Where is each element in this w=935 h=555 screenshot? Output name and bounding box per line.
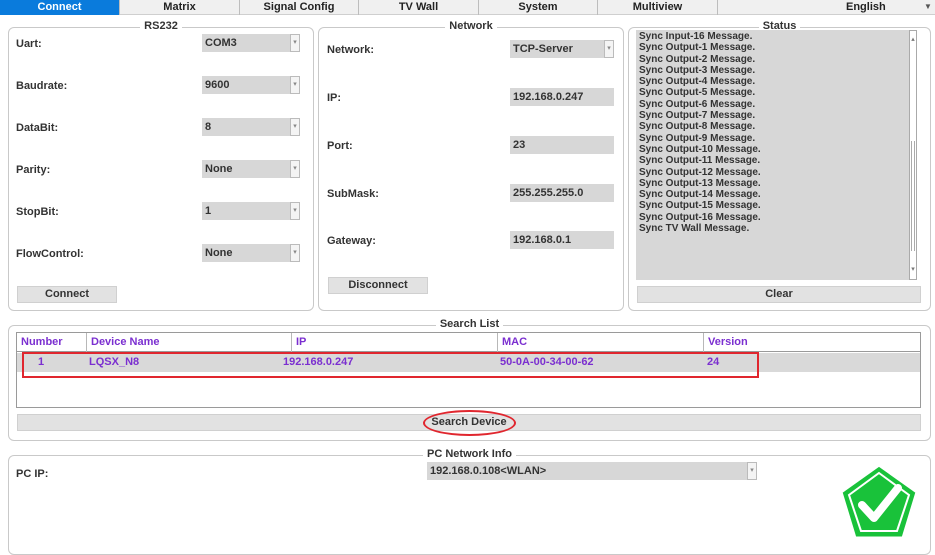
baudrate-label: Baudrate: <box>16 80 68 92</box>
disconnect-button[interactable]: Disconnect <box>328 277 428 294</box>
stopbit-label: StopBit: <box>16 206 59 218</box>
scroll-up-icon[interactable]: ▴ <box>910 35 916 45</box>
network-mode-select[interactable]: TCP-Server <box>510 40 604 58</box>
status-line: Sync Output-6 Message. <box>639 98 756 110</box>
databit-select[interactable]: 8 <box>202 118 290 136</box>
row-highlight-annotation <box>22 352 759 378</box>
tab-bar: Connect Matrix Signal Config TV Wall Sys… <box>0 0 935 15</box>
status-line: Sync Output-13 Message. <box>639 177 761 189</box>
status-line: Sync Output-15 Message. <box>639 200 761 212</box>
status-line: Sync Output-14 Message. <box>639 189 761 201</box>
chevron-down-icon[interactable]: ▾ <box>290 34 300 52</box>
ip-label: IP: <box>327 92 342 104</box>
tab-system[interactable]: System <box>479 0 598 15</box>
column-version[interactable]: Version <box>704 333 920 352</box>
status-line: Sync Output-12 Message. <box>639 166 761 178</box>
search-list-title: Search List <box>435 318 504 330</box>
chevron-down-icon[interactable]: ▾ <box>290 118 300 136</box>
uart-select[interactable]: COM3 <box>202 34 290 52</box>
chevron-down-icon[interactable]: ▾ <box>604 40 614 58</box>
tab-tv-wall[interactable]: TV Wall <box>359 0 479 15</box>
network-label: Network: <box>327 44 375 56</box>
scroll-down-icon[interactable]: ▾ <box>910 265 916 275</box>
pc-network-title: PC Network Info <box>423 448 516 460</box>
port-label: Port: <box>327 140 353 152</box>
column-mac[interactable]: MAC <box>498 333 704 352</box>
parity-select[interactable]: None <box>202 160 290 178</box>
status-line: Sync Output-2 Message. <box>639 53 756 65</box>
status-line: Sync Output-1 Message. <box>639 42 756 54</box>
port-field[interactable]: 23 <box>510 136 614 154</box>
tab-matrix[interactable]: Matrix <box>120 0 240 15</box>
column-number[interactable]: Number <box>17 333 87 352</box>
network-title: Network <box>445 20 497 32</box>
tab-signal-config[interactable]: Signal Config <box>240 0 359 15</box>
gateway-field[interactable]: 192.168.0.1 <box>510 231 614 249</box>
scroll-thumb[interactable] <box>911 141 915 251</box>
column-device-name[interactable]: Device Name <box>87 333 292 352</box>
stopbit-select[interactable]: 1 <box>202 202 290 220</box>
status-log[interactable]: Sync Input-16 Message. Sync Output-1 Mes… <box>636 30 909 280</box>
chevron-down-icon[interactable]: ▾ <box>290 76 300 94</box>
status-line: Sync Output-3 Message. <box>639 64 756 76</box>
databit-label: DataBit: <box>16 122 59 134</box>
baudrate-select[interactable]: 9600 <box>202 76 290 94</box>
table-header: Number Device Name IP MAC Version <box>17 333 920 352</box>
check-pentagon-icon <box>839 463 919 540</box>
status-line: Sync Output-16 Message. <box>639 211 761 223</box>
connect-button[interactable]: Connect <box>17 286 117 303</box>
status-line: Sync Output-10 Message. <box>639 143 761 155</box>
chevron-down-icon[interactable]: ▾ <box>290 160 300 178</box>
pc-ip-select[interactable]: 192.168.0.108<WLAN> <box>427 462 747 480</box>
flowcontrol-label: FlowControl: <box>16 248 84 260</box>
chevron-down-icon[interactable]: ▼ <box>921 0 935 15</box>
gateway-label: Gateway: <box>327 235 376 247</box>
tab-connect[interactable]: Connect <box>0 0 120 15</box>
network-group: Network <box>318 20 624 311</box>
status-line: Sync Output-4 Message. <box>639 76 756 88</box>
pc-ip-label: PC IP: <box>16 468 49 480</box>
status-line: Sync Output-7 Message. <box>639 110 756 122</box>
submask-label: SubMask: <box>327 188 379 200</box>
chevron-down-icon[interactable]: ▾ <box>747 462 757 480</box>
status-line: Sync TV Wall Message. <box>639 223 750 235</box>
language-select[interactable]: English <box>812 0 920 15</box>
status-line: Sync Output-5 Message. <box>639 87 756 99</box>
status-line: Sync Output-9 Message. <box>639 132 756 144</box>
button-highlight-annotation <box>423 410 516 436</box>
parity-label: Parity: <box>16 164 51 176</box>
ip-field[interactable]: 192.168.0.247 <box>510 88 614 106</box>
status-scrollbar[interactable]: ▴ ▾ <box>909 30 917 280</box>
column-ip[interactable]: IP <box>292 333 498 352</box>
status-line: Sync Output-8 Message. <box>639 121 756 133</box>
chevron-down-icon[interactable]: ▾ <box>290 244 300 262</box>
uart-label: Uart: <box>16 38 42 50</box>
tab-multiview[interactable]: Multiview <box>598 0 718 15</box>
status-line: Sync Input-16 Message. <box>639 31 753 42</box>
rs232-title: RS232 <box>140 20 182 32</box>
flowcontrol-select[interactable]: None <box>202 244 290 262</box>
chevron-down-icon[interactable]: ▾ <box>290 202 300 220</box>
submask-field[interactable]: 255.255.255.0 <box>510 184 614 202</box>
status-line: Sync Output-11 Message. <box>639 155 761 167</box>
clear-button[interactable]: Clear <box>637 286 921 303</box>
